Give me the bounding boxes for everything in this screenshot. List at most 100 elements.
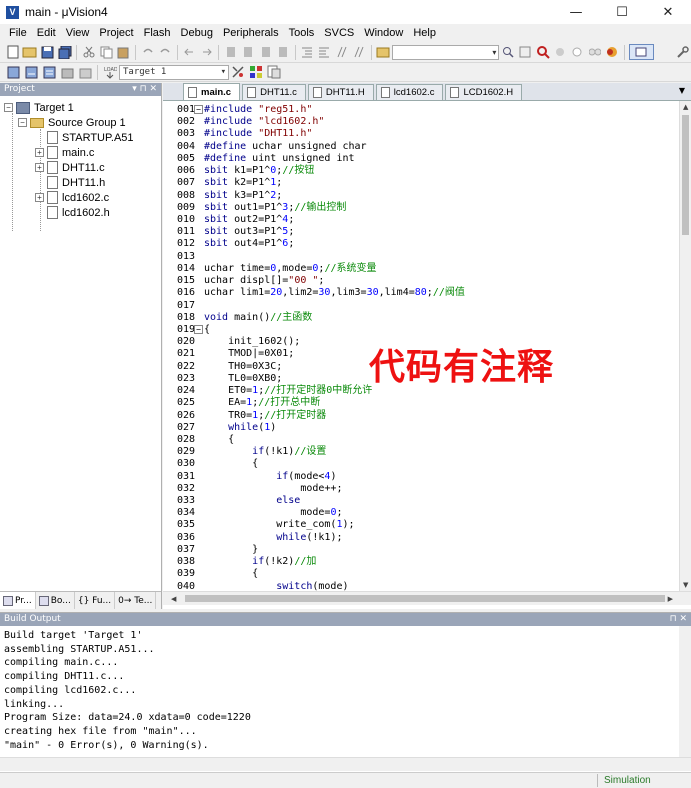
- minimize-button[interactable]: —: [553, 0, 599, 24]
- scroll-up-icon[interactable]: ▲: [683, 103, 688, 111]
- editor-tab-lcd1602-h[interactable]: LCD1602.H: [445, 84, 523, 100]
- batch-build-icon[interactable]: [59, 64, 75, 80]
- tree-file[interactable]: + DHT11.c: [35, 160, 105, 175]
- maximize-button[interactable]: ☐: [599, 0, 645, 24]
- breakpoint-icon[interactable]: [552, 44, 567, 60]
- tab-project[interactable]: Pr...: [0, 592, 36, 609]
- code-line-text: TR0=1;//打开定时器: [204, 410, 326, 422]
- build-output-vertical-scrollbar[interactable]: [679, 626, 691, 757]
- editor-tab-main-c[interactable]: main.c: [183, 83, 241, 100]
- build-output-text[interactable]: Build target 'Target 1' assembling STARTU…: [4, 629, 251, 752]
- kill-breakpoints-icon[interactable]: [587, 44, 602, 60]
- manage-components-icon[interactable]: [248, 64, 264, 80]
- tree-file[interactable]: DHT11.h: [47, 175, 105, 190]
- menu-peripherals[interactable]: Peripherals: [218, 27, 284, 39]
- target-options-icon[interactable]: [230, 64, 246, 80]
- configure-icon[interactable]: [604, 44, 619, 60]
- indent-icon[interactable]: [299, 44, 314, 60]
- build-output-horizontal-scrollbar[interactable]: [0, 757, 691, 771]
- tab-templates[interactable]: 0→ Te...: [115, 592, 157, 609]
- code-token: while: [276, 531, 307, 543]
- panel-controls[interactable]: ▾ ⊓ ✕: [132, 83, 157, 96]
- find-icon[interactable]: [500, 44, 515, 60]
- fold-toggle-icon[interactable]: −: [194, 105, 203, 114]
- download-icon[interactable]: LOAD: [102, 64, 118, 80]
- window-layout-icon[interactable]: [628, 44, 654, 60]
- nav-forward-icon[interactable]: [199, 44, 214, 60]
- tab-list-dropdown-icon[interactable]: ▼: [679, 86, 685, 95]
- tree-file[interactable]: lcd1602.h: [47, 205, 110, 220]
- tab-functions[interactable]: {} Fu...: [75, 592, 116, 609]
- fold-toggle-icon[interactable]: −: [194, 324, 203, 334]
- tree-file[interactable]: + main.c: [35, 145, 94, 160]
- target-select[interactable]: Target 1 ▾: [119, 64, 229, 80]
- stop-build-icon[interactable]: [77, 64, 93, 80]
- line-number: 006: [177, 165, 196, 177]
- close-button[interactable]: ✕: [645, 0, 691, 24]
- collapse-icon[interactable]: −: [18, 118, 27, 127]
- find-in-files-icon[interactable]: [376, 44, 391, 60]
- incremental-find-icon[interactable]: [518, 44, 533, 60]
- wrench-icon[interactable]: [675, 44, 690, 60]
- code-line: 016 uchar lim1=20,lim2=30,lim3=30,lim4=80…: [163, 287, 663, 299]
- code-token: "00 ": [288, 275, 319, 287]
- bookmark-icon[interactable]: [223, 44, 238, 60]
- menu-view[interactable]: View: [61, 27, 95, 39]
- prev-bookmark-icon[interactable]: [241, 44, 256, 60]
- build-icon[interactable]: [23, 64, 39, 80]
- menu-window[interactable]: Window: [359, 27, 408, 39]
- menu-project[interactable]: Project: [94, 27, 138, 39]
- rebuild-icon[interactable]: [41, 64, 57, 80]
- code-token: ;: [318, 275, 325, 287]
- collapse-icon[interactable]: −: [4, 103, 13, 112]
- translate-icon[interactable]: [5, 64, 21, 80]
- uncomment-icon[interactable]: [351, 44, 366, 60]
- menu-svcs[interactable]: SVCS: [319, 27, 359, 39]
- expand-icon[interactable]: +: [35, 163, 44, 172]
- tree-group[interactable]: − Source Group 1: [18, 115, 126, 130]
- redo-icon[interactable]: [157, 44, 172, 60]
- comment-icon[interactable]: [334, 44, 349, 60]
- scroll-left-icon[interactable]: ◀: [171, 595, 176, 603]
- nav-back-icon[interactable]: [182, 44, 197, 60]
- panel-controls[interactable]: ⊓ ✕: [670, 613, 687, 626]
- unindent-icon[interactable]: [317, 44, 332, 60]
- tree-file[interactable]: + lcd1602.c: [35, 190, 109, 205]
- cut-icon[interactable]: [81, 44, 96, 60]
- menu-flash[interactable]: Flash: [139, 27, 176, 39]
- menu-debug[interactable]: Debug: [176, 27, 218, 39]
- menu-file[interactable]: File: [4, 27, 32, 39]
- menu-tools[interactable]: Tools: [284, 27, 320, 39]
- tree-target[interactable]: − Target 1: [4, 100, 74, 115]
- debug-session-icon[interactable]: [535, 44, 550, 60]
- new-file-icon[interactable]: [5, 44, 20, 60]
- tab-books[interactable]: Bo...: [36, 592, 75, 609]
- paste-icon[interactable]: [116, 44, 131, 60]
- next-bookmark-icon[interactable]: [258, 44, 273, 60]
- editor-horizontal-scroll-thumb[interactable]: [185, 595, 665, 602]
- undo-icon[interactable]: [140, 44, 155, 60]
- find-combo[interactable]: ▾: [391, 44, 500, 60]
- expand-icon[interactable]: +: [35, 193, 44, 202]
- scroll-right-icon[interactable]: ▶: [668, 595, 673, 603]
- editor-tab-dht11-c[interactable]: DHT11.c: [242, 84, 306, 100]
- menu-edit[interactable]: Edit: [32, 27, 61, 39]
- save-all-icon[interactable]: [57, 44, 72, 60]
- menu-help[interactable]: Help: [408, 27, 441, 39]
- editor-vertical-scrollbar[interactable]: ▲ ▼: [679, 101, 691, 591]
- editor-horizontal-scrollbar[interactable]: ◀ ▶: [163, 591, 691, 605]
- copy-icon[interactable]: [99, 44, 114, 60]
- expand-icon[interactable]: +: [35, 148, 44, 157]
- editor-tab-lcd1602-c[interactable]: lcd1602.c: [375, 84, 444, 100]
- line-number: 025: [177, 397, 196, 409]
- code-token: 30: [318, 287, 331, 299]
- editor-vertical-scroll-thumb[interactable]: [682, 115, 689, 235]
- disable-breakpoint-icon[interactable]: [570, 44, 585, 60]
- tree-file[interactable]: STARTUP.A51: [47, 130, 134, 145]
- save-icon[interactable]: [40, 44, 55, 60]
- scroll-down-icon[interactable]: ▼: [683, 581, 688, 589]
- open-folder-icon[interactable]: [22, 44, 37, 60]
- editor-tab-dht11-h[interactable]: DHT11.H: [307, 84, 374, 100]
- file-extensions-icon[interactable]: [266, 64, 282, 80]
- clear-bookmarks-icon[interactable]: [275, 44, 290, 60]
